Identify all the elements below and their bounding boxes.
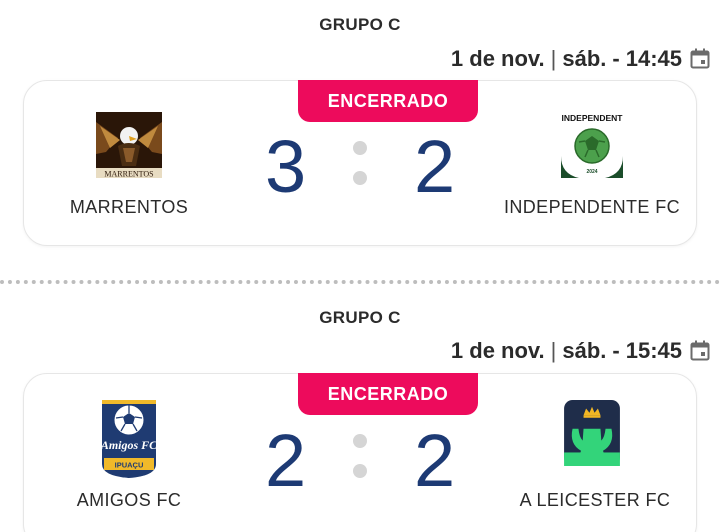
logo-text: Amigos FC [100,438,158,452]
match-card[interactable]: ENCERRADO MARRENTOS MARRENTOS 3 2 INDEPE… [23,80,697,246]
match-datetime: 1 de nov. | sáb. - 15:45 [451,338,710,364]
match-card[interactable]: ENCERRADO Amigos FC IPUAÇU AMIGOS FC 2 2 [23,373,697,532]
match-divider [0,280,720,284]
logo-text: INDEPENDENT [562,113,624,123]
away-score: 2 [414,125,456,208]
home-score: 2 [265,419,307,502]
team-logo-marrentos: MARRENTOS [96,112,162,178]
group-title: GRUPO C [319,308,401,327]
separator: | [550,338,557,363]
away-team-name: INDEPENDENTE FC [503,197,680,217]
status-badge: ENCERRADO [298,80,478,122]
logo-subtext: IPUAÇU [115,461,144,470]
team-logo-leicester [564,400,620,466]
match-date: 1 de nov. [450,46,545,71]
home-score: 3 [265,125,307,208]
home-team-name: AMIGOS FC [76,490,182,510]
separator: | [550,46,557,71]
group-title: GRUPO C [319,15,401,34]
match-time: 15:45 [625,338,682,363]
away-team-name: A LEICESTER FC [519,490,671,510]
dash: - [612,46,620,71]
away-score: 2 [414,419,456,502]
logo-year: 2024 [586,169,597,175]
status-badge: ENCERRADO [298,373,478,415]
match-weekday: sáb. [562,338,607,363]
logo-text: MARRENTOS [104,170,153,179]
match-weekday: sáb. [562,46,607,71]
calendar-icon[interactable] [690,48,710,70]
calendar-icon[interactable] [690,340,710,362]
team-logo-independente: INDEPENDENT 2024 [559,112,625,178]
dash: - [612,338,620,363]
team-logo-amigos: Amigos FC IPUAÇU [100,400,158,478]
score-colon [353,141,367,185]
match-datetime: 1 de nov. | sáb. - 14:45 [451,46,710,72]
match-time: 14:45 [625,46,682,71]
home-team-name: MARRENTOS [69,197,189,217]
match-date: 1 de nov. [450,338,545,363]
score-colon [353,434,367,478]
